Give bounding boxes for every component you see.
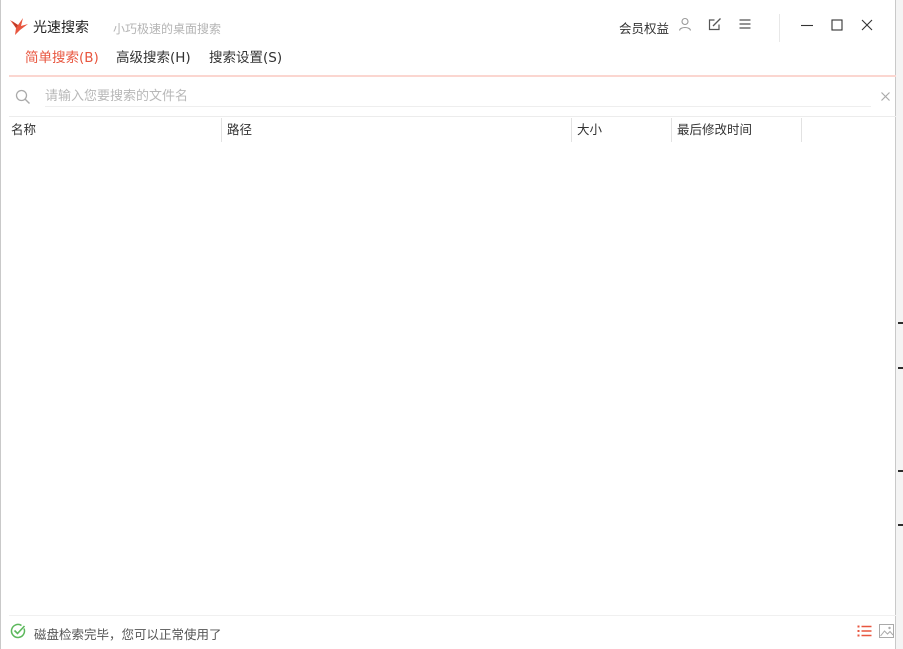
image-view-icon[interactable] (879, 624, 894, 638)
app-subtitle: 小巧极速的桌面搜索 (113, 22, 222, 36)
titlebar-divider (779, 14, 780, 42)
status-text: 磁盘检索完毕，您可以正常使用了 (34, 627, 222, 642)
clear-icon[interactable] (880, 91, 891, 102)
tab-search-settings[interactable]: 搜索设置(S) (209, 46, 282, 66)
check-circle-icon (10, 623, 26, 639)
menu-icon[interactable] (738, 17, 752, 31)
results-list[interactable] (9, 143, 897, 613)
member-benefits-link[interactable]: 会员权益 (619, 18, 669, 37)
close-icon[interactable] (857, 15, 877, 35)
tab-advanced-search[interactable]: 高级搜索(H) (116, 46, 191, 66)
column-header-size[interactable]: 大小 (572, 118, 672, 142)
column-header-modified-time[interactable]: 最后修改时间 (672, 118, 802, 142)
column-header-name[interactable]: 名称 (6, 118, 222, 142)
bird-logo-icon (10, 18, 28, 35)
list-view-icon[interactable] (857, 624, 872, 638)
status-divider (9, 615, 897, 616)
user-icon[interactable] (678, 17, 692, 31)
search-icon (15, 89, 30, 104)
minimize-icon[interactable] (797, 15, 817, 35)
search-input[interactable] (45, 86, 871, 107)
edit-icon[interactable] (708, 17, 722, 31)
column-header-path[interactable]: 路径 (222, 118, 572, 142)
search-divider (9, 116, 897, 117)
app-window: 光速搜索 小巧极速的桌面搜索 会员权益 简单搜索(B) 高级搜索(H) 搜索设置… (0, 0, 897, 649)
app-title: 光速搜索 (33, 20, 89, 36)
desktop-background (896, 0, 903, 649)
maximize-icon[interactable] (827, 15, 847, 35)
tab-underline (9, 75, 897, 77)
tab-simple-search[interactable]: 简单搜索(B) (25, 46, 99, 66)
